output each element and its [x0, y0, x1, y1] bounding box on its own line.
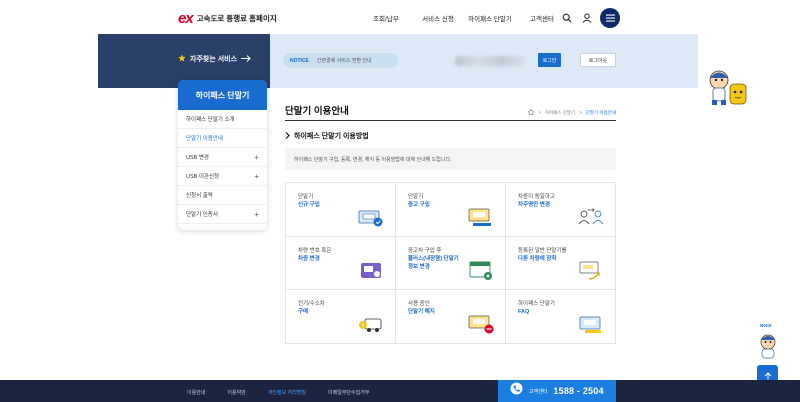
card-new-purchase[interactable]: 단말기 신규 구입	[286, 183, 396, 237]
card-owner-change[interactable]: 차종이 동일하고 차주명만 변경	[506, 183, 616, 237]
floating-notice-label[interactable]: NotiX	[760, 323, 772, 328]
search-icon[interactable]	[560, 11, 574, 25]
site-logo-text: 고속도로 통행료 홈페이지	[196, 14, 277, 23]
card-used-purchase[interactable]: 단말기 중고 구입	[396, 183, 506, 237]
side-nav: 하이패스 단말기 하이패스 단말기 소개 단말기 이용안내 USB 변경 + U…	[178, 80, 267, 230]
notice-tag: NOTICE	[290, 57, 309, 64]
star-icon	[178, 54, 186, 64]
card-line1: 중고차 구입 후	[408, 247, 442, 254]
site-logo[interactable]: ex 고속도로 통행료 홈페이지	[178, 10, 277, 27]
favorite-services-button[interactable]: 자주찾는 서비스	[178, 54, 251, 64]
notice-text: 간편결제 서비스 전환 안내	[316, 58, 372, 64]
side-item-print-form[interactable]: 신청서 출력	[178, 186, 267, 205]
notice-bar[interactable]: NOTICE 간편결제 서비스 전환 안내	[283, 53, 398, 68]
side-nav-title: 하이패스 단말기	[178, 80, 267, 110]
mascot-floating-icon[interactable]	[757, 332, 779, 360]
phone-icon	[510, 382, 523, 400]
chevron-right-icon	[285, 131, 290, 141]
side-item-label: USB 이관신청	[186, 174, 220, 180]
breadcrumb: > 하이패스 단말기 > 단말기 이용안내	[527, 109, 616, 116]
side-item-label: 신청서 출력	[186, 193, 213, 199]
callcenter-number: 1588 - 2504	[553, 386, 604, 396]
side-item-label: 단말기 이용안내	[186, 136, 223, 142]
side-item-label: 하이패스 단말기 소개	[186, 117, 235, 123]
mascot-characters-illustration	[709, 70, 747, 105]
owner-change-icon	[578, 207, 604, 224]
favorite-services-label: 자주찾는 서비스	[190, 56, 238, 63]
footer-link-guide[interactable]: 이용안내	[187, 389, 205, 396]
side-item-intro[interactable]: 하이패스 단말기 소개	[178, 110, 267, 129]
side-item-certificate[interactable]: 단말기 인증서 +	[178, 205, 267, 224]
site-footer: 이용안내 이용약관 개인정보 처리방침 이메일무단수집거부 고객센터 1588 …	[0, 380, 800, 402]
side-item-usb-transfer[interactable]: USB 이관신청 +	[178, 167, 267, 186]
breadcrumb-item[interactable]: 하이패스 단말기	[545, 110, 575, 116]
side-item-label: 단말기 인증서	[186, 212, 218, 218]
card-vehicle-change[interactable]: 차량 번호 혹은 차종 변경	[286, 236, 396, 291]
side-item-usage-guide[interactable]: 단말기 이용안내	[178, 129, 267, 148]
blurred-user-info	[455, 56, 525, 66]
footer-link-email-refusal[interactable]: 이메일무단수집거부	[328, 389, 369, 396]
card-line1: 전기/수소차	[298, 301, 325, 308]
login-button[interactable]: 로그인	[538, 53, 561, 67]
side-item-label: USB 변경	[186, 155, 209, 161]
ex-logo-mark: ex	[178, 10, 194, 27]
menu-icon[interactable]	[600, 8, 620, 28]
card-line1: 사용 중인	[408, 301, 430, 308]
card-cancel-device[interactable]: 사용 중인 단말기 해지	[396, 290, 506, 344]
arrow-right-icon	[241, 54, 251, 64]
footer-link-terms[interactable]: 이용약관	[227, 389, 245, 396]
card-line1: 하이패스 단말기	[518, 301, 555, 308]
vehicle-change-icon	[361, 263, 381, 279]
usage-card-grid: 단말기 신규 구입 단말기 중고 구입 차종이 동일하고 차주명만 변경 차량 …	[285, 182, 616, 344]
footer-link-privacy[interactable]: 개인정보 처리방침	[268, 389, 306, 396]
move-device-icon	[579, 261, 600, 280]
callcenter-banner[interactable]: 고객센터 1588 - 2504	[498, 380, 616, 402]
expand-icon: +	[254, 209, 259, 219]
info-change-icon	[469, 261, 492, 281]
title-divider	[285, 120, 616, 121]
card-faq[interactable]: 하이패스 단말기 FAQ	[506, 290, 616, 344]
side-item-usb-change[interactable]: USB 변경 +	[178, 148, 267, 167]
global-nav: 조회/납부 서비스 신청 하이패스 단말기 고객센터	[360, 13, 568, 23]
card-line1: 차량 번호 혹은	[298, 247, 332, 254]
footer-links: 이용안내 이용약관 개인정보 처리방침 이메일무단수집거부	[187, 389, 369, 396]
card-line1: 등록된 일반 단말기를	[518, 247, 567, 254]
card-line1: 단말기	[298, 194, 314, 200]
callcenter-label: 고객센터	[529, 388, 548, 395]
section-title-text: 하이패스 단말기 이용방법	[294, 133, 369, 140]
header-actions	[560, 8, 620, 28]
new-device-icon	[358, 210, 383, 227]
used-device-icon	[468, 208, 491, 226]
logout-button[interactable]: 로그아웃	[580, 53, 616, 67]
card-move-device[interactable]: 등록된 일반 단말기를 다른 차량에 장착	[506, 236, 616, 291]
gnb-item-hipass[interactable]: 하이패스 단말기	[464, 13, 516, 23]
card-line1: 단말기	[408, 194, 424, 200]
card-info-change[interactable]: 중고차 구입 후 플러스(내장형) 단말기 정보 변경	[396, 236, 506, 291]
card-line1: 차종이 동일하고	[518, 194, 555, 200]
gnb-item-inquiry[interactable]: 조회/납부	[360, 13, 412, 23]
ev-icon	[359, 318, 382, 332]
gnb-item-service[interactable]: 서비스 신청	[412, 13, 464, 23]
user-icon[interactable]	[580, 11, 594, 25]
card-ev[interactable]: 전기/수소차 구매	[286, 290, 396, 344]
site-header: ex 고속도로 통행료 홈페이지 조회/납부 서비스 신청 하이패스 단말기 고…	[0, 0, 800, 34]
breadcrumb-current: 단말기 이용안내	[585, 109, 616, 115]
expand-icon: +	[254, 171, 259, 181]
description-text: 하이패스 단말기 구입, 등록, 변경, 해지 등 이용방법에 대해 안내해 드…	[294, 156, 452, 163]
cancel-device-icon	[468, 315, 494, 334]
page-title: 단말기 이용안내	[285, 106, 349, 117]
description-box: 하이패스 단말기 구입, 등록, 변경, 해지 등 이용방법에 대해 안내해 드…	[285, 148, 616, 170]
section-title: 하이패스 단말기 이용방법	[285, 131, 369, 141]
home-icon[interactable]	[527, 109, 535, 116]
faq-icon	[579, 316, 601, 333]
expand-icon: +	[254, 152, 259, 162]
